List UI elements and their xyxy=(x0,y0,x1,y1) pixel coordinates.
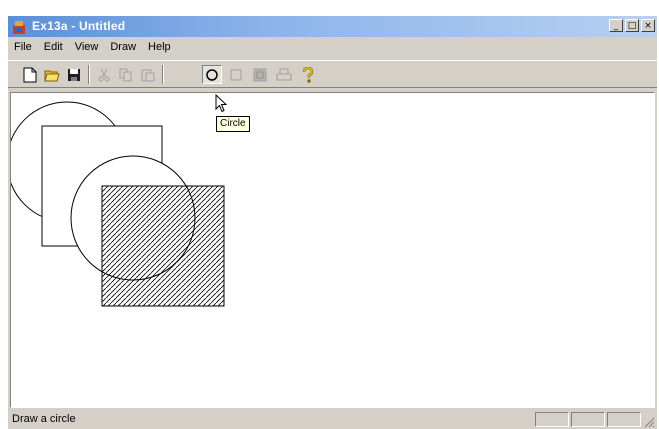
new-icon xyxy=(23,67,37,82)
status-bar: Draw a circle xyxy=(8,410,657,429)
open-icon xyxy=(44,70,60,81)
minimize-button[interactable]: _ xyxy=(609,19,623,32)
menu-view[interactable]: View xyxy=(69,40,105,58)
help-icon xyxy=(302,66,314,82)
app-window: Ex13a - Untitled _ □ × File Edit View Dr… xyxy=(8,16,657,429)
circle-icon xyxy=(206,68,218,81)
square-icon xyxy=(230,69,242,80)
save-button[interactable] xyxy=(64,65,84,84)
maximize-button[interactable]: □ xyxy=(625,19,639,32)
print-button[interactable] xyxy=(274,65,294,84)
window-title: Ex13a - Untitled xyxy=(32,19,126,33)
cut-button[interactable] xyxy=(94,65,114,84)
paste-button[interactable] xyxy=(138,65,158,84)
menu-file[interactable]: File xyxy=(8,40,38,58)
paste-icon xyxy=(141,69,155,81)
toolbar-separator xyxy=(162,65,164,84)
drawing-shapes xyxy=(11,101,225,307)
toolbar xyxy=(8,60,657,88)
status-panel xyxy=(571,412,605,427)
menu-bar: File Edit View Draw Help xyxy=(8,40,177,58)
square-button[interactable] xyxy=(226,65,246,84)
toolbar-separator xyxy=(88,65,90,84)
app-icon xyxy=(13,21,25,34)
circle-button[interactable] xyxy=(202,65,222,84)
close-button[interactable]: × xyxy=(641,19,655,32)
pattern-button[interactable] xyxy=(250,65,270,84)
copy-icon xyxy=(119,68,132,81)
menu-edit[interactable]: Edit xyxy=(38,40,69,58)
cut-icon xyxy=(98,68,110,81)
menu-draw[interactable]: Draw xyxy=(104,40,142,58)
resize-grip-icon[interactable] xyxy=(643,416,655,428)
new-button[interactable] xyxy=(20,65,40,84)
title-bar[interactable]: Ex13a - Untitled _ □ × xyxy=(8,16,657,37)
menu-help[interactable]: Help xyxy=(142,40,177,58)
drawn-square-hatched xyxy=(101,185,225,307)
copy-button[interactable] xyxy=(116,65,136,84)
pattern-icon xyxy=(253,68,267,81)
drawing-canvas[interactable] xyxy=(10,92,655,408)
help-button[interactable] xyxy=(298,65,318,84)
open-button[interactable] xyxy=(42,65,62,84)
status-text: Draw a circle xyxy=(12,413,76,425)
status-panel xyxy=(607,412,641,427)
status-panel xyxy=(535,412,569,427)
tooltip: Circle xyxy=(216,116,250,132)
print-icon xyxy=(276,68,292,80)
mouse-cursor-icon xyxy=(215,94,227,113)
save-icon xyxy=(68,68,80,81)
